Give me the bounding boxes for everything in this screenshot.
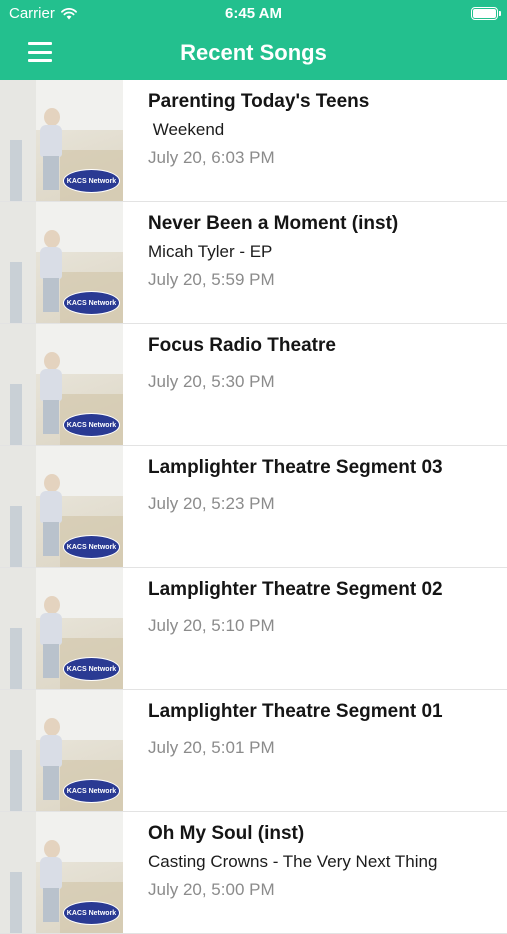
artwork-child-body xyxy=(40,369,62,401)
song-played-time: July 20, 5:10 PM xyxy=(148,616,275,635)
artwork-child-legs xyxy=(43,644,59,678)
album-artwork: KACS Network xyxy=(0,690,123,811)
battery-level xyxy=(473,9,496,18)
song-row[interactable]: KACS Network Lamplighter Theatre Segment… xyxy=(0,690,507,812)
song-title: Lamplighter Theatre Segment 03 xyxy=(148,457,443,478)
station-logo: KACS Network xyxy=(63,169,120,193)
artwork-child-body xyxy=(40,247,62,279)
song-played-time: July 20, 5:30 PM xyxy=(148,372,275,391)
song-row[interactable]: KACS Network Never Been a Moment (inst) … xyxy=(0,202,507,324)
song-row[interactable]: KACS Network Parenting Today's Teens Wee… xyxy=(0,80,507,202)
status-bar: Carrier 6:45 AM xyxy=(0,0,507,28)
artwork-child-body xyxy=(40,491,62,523)
album-artwork: KACS Network xyxy=(0,324,123,445)
song-title: Lamplighter Theatre Segment 02 xyxy=(148,579,443,600)
station-logo: KACS Network xyxy=(63,535,120,559)
song-title: Oh My Soul (inst) xyxy=(148,823,305,844)
battery-icon xyxy=(471,7,501,20)
album-artwork: KACS Network xyxy=(0,446,123,567)
song-row[interactable]: KACS Network Focus Radio Theatre July 20… xyxy=(0,324,507,446)
app-header: Carrier 6:45 AM Recent Songs xyxy=(0,0,507,80)
artwork-child-legs xyxy=(43,766,59,800)
artwork-child-body xyxy=(40,735,62,767)
album-artwork: KACS Network xyxy=(0,80,123,201)
artwork-adult-leg xyxy=(10,872,22,933)
song-row[interactable]: KACS Network Oh My Soul (inst) Casting C… xyxy=(0,812,507,934)
song-title: Lamplighter Theatre Segment 01 xyxy=(148,701,443,722)
artwork-child-legs xyxy=(43,278,59,312)
song-title: Never Been a Moment (inst) xyxy=(148,213,399,234)
song-artist: Micah Tyler - EP xyxy=(148,242,273,261)
artwork-child-legs xyxy=(43,522,59,556)
song-artist: Weekend xyxy=(148,120,225,139)
song-played-time: July 20, 5:59 PM xyxy=(148,270,275,289)
song-row[interactable]: KACS Network Lamplighter Theatre Segment… xyxy=(0,446,507,568)
song-list: KACS Network Parenting Today's Teens Wee… xyxy=(0,80,507,934)
station-logo: KACS Network xyxy=(63,291,120,315)
artwork-child-head xyxy=(44,108,60,126)
song-title: Parenting Today's Teens xyxy=(148,91,370,112)
song-played-time: July 20, 5:23 PM xyxy=(148,494,275,513)
artwork-child-head xyxy=(44,352,60,370)
album-artwork: KACS Network xyxy=(0,568,123,689)
artwork-child-head xyxy=(44,840,60,858)
status-time: 6:45 AM xyxy=(225,5,282,22)
station-logo: KACS Network xyxy=(63,413,120,437)
station-logo: KACS Network xyxy=(63,657,120,681)
song-played-time: July 20, 5:00 PM xyxy=(148,880,275,899)
artwork-adult-leg xyxy=(10,506,22,567)
artwork-adult-leg xyxy=(10,262,22,323)
song-row[interactable]: KACS Network Lamplighter Theatre Segment… xyxy=(0,568,507,690)
artwork-child-head xyxy=(44,596,60,614)
artwork-child-legs xyxy=(43,156,59,190)
artwork-child-head xyxy=(44,718,60,736)
song-title: Focus Radio Theatre xyxy=(148,335,336,356)
album-artwork: KACS Network xyxy=(0,812,123,933)
artwork-child-body xyxy=(40,613,62,645)
artwork-child-body xyxy=(40,125,62,157)
navigation-bar: Recent Songs xyxy=(0,28,507,80)
artwork-adult-leg xyxy=(10,750,22,811)
artwork-child-head xyxy=(44,474,60,492)
artwork-adult-leg xyxy=(10,628,22,689)
song-played-time: July 20, 5:01 PM xyxy=(148,738,275,757)
song-played-time: July 20, 6:03 PM xyxy=(148,148,275,167)
artwork-child-head xyxy=(44,230,60,248)
song-artist: Casting Crowns - The Very Next Thing xyxy=(148,852,438,871)
artwork-child-legs xyxy=(43,400,59,434)
station-logo: KACS Network xyxy=(63,779,120,803)
album-artwork: KACS Network xyxy=(0,202,123,323)
station-logo: KACS Network xyxy=(63,901,120,925)
artwork-child-legs xyxy=(43,888,59,922)
artwork-adult-leg xyxy=(10,140,22,201)
artwork-adult-leg xyxy=(10,384,22,445)
page-title: Recent Songs xyxy=(180,40,327,65)
artwork-child-body xyxy=(40,857,62,889)
